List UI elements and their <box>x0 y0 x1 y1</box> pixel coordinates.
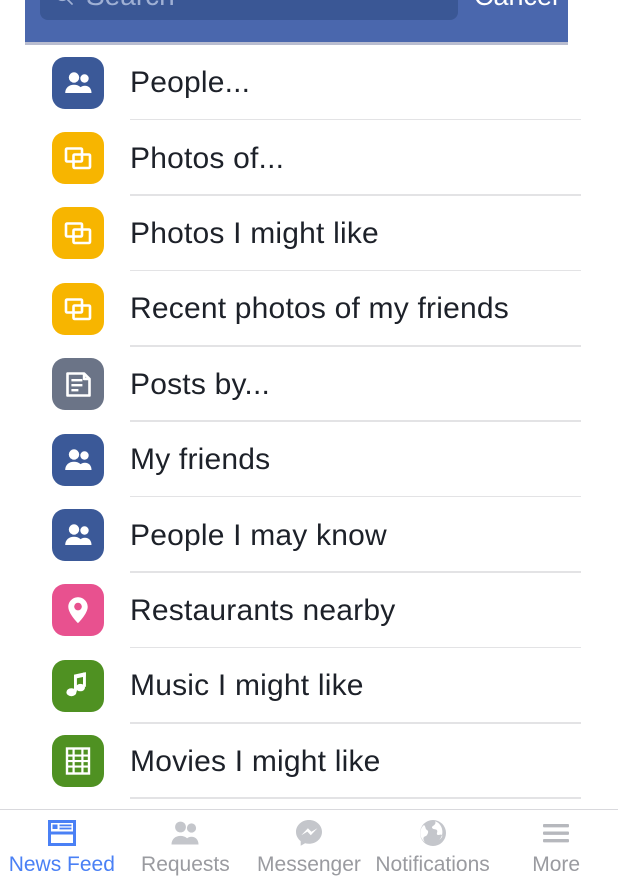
post-icon <box>52 358 104 411</box>
list-item-label: Photos of... <box>130 141 285 175</box>
tab-requests[interactable]: Requests <box>124 810 248 875</box>
list-item-label: Photos I might like <box>130 216 379 250</box>
tab-label: News Feed <box>8 853 115 876</box>
list-item[interactable]: Movies I might like <box>0 724 618 799</box>
tab-messenger[interactable]: Messenger <box>247 810 371 875</box>
list-item-label: My friends <box>130 443 271 477</box>
music-note-icon <box>52 659 104 712</box>
location-pin-icon <box>52 584 104 637</box>
friend-requests-icon <box>169 816 201 850</box>
search-header-bar: Search Cancel <box>25 0 568 42</box>
list-item[interactable]: Posts by... <box>0 347 618 422</box>
list-item-label: Posts by... <box>130 367 271 401</box>
tab-notifications[interactable]: Notifications <box>371 810 495 875</box>
search-placeholder-text: Search <box>86 0 175 10</box>
list-item[interactable]: My friends <box>0 422 618 498</box>
cancel-button[interactable]: Cancel <box>474 0 558 10</box>
list-item-label: Recent photos of my friends <box>130 292 509 326</box>
list-item[interactable]: Music I might like <box>0 648 618 724</box>
list-item[interactable]: Restaurants nearby <box>0 573 618 649</box>
list-item-label: Music I might like <box>130 669 364 703</box>
list-item[interactable]: People I may know <box>0 497 618 573</box>
people-icon <box>52 509 104 562</box>
search-input[interactable]: Search <box>40 0 458 20</box>
tab-label: Requests <box>141 853 230 876</box>
list-item-label: Movies I might like <box>130 744 381 778</box>
tab-label: Messenger <box>257 853 361 876</box>
tab-label: Notifications <box>375 853 490 876</box>
list-item-label: People... <box>130 66 251 100</box>
photos-icon <box>52 207 104 260</box>
search-icon <box>54 0 74 6</box>
list-item-label: People I may know <box>130 518 387 552</box>
globe-icon <box>418 816 448 850</box>
people-icon <box>52 56 104 109</box>
app-screen: Search Cancel People... <box>0 0 618 881</box>
list-item[interactable]: Photos I might like <box>0 196 618 272</box>
messenger-icon <box>294 816 324 850</box>
search-suggestion-list[interactable]: People... Photos of... Photos I might li… <box>0 45 618 810</box>
bottom-tab-bar: News Feed Requests Messenger Notificatio… <box>0 809 618 881</box>
news-feed-icon <box>47 816 77 850</box>
film-strip-icon <box>52 735 104 788</box>
list-item[interactable]: Photos of... <box>0 120 618 196</box>
tab-news-feed[interactable]: News Feed <box>0 810 124 875</box>
tab-more[interactable]: More <box>494 810 618 875</box>
people-icon <box>52 433 104 486</box>
photos-icon <box>52 132 104 185</box>
tab-label: More <box>532 853 581 876</box>
list-item[interactable]: People... <box>0 45 618 121</box>
list-item[interactable]: Recent photos of my friends <box>0 271 618 347</box>
photos-icon <box>52 282 104 335</box>
hamburger-menu-icon <box>540 816 572 850</box>
list-item-label: Restaurants nearby <box>130 593 396 627</box>
